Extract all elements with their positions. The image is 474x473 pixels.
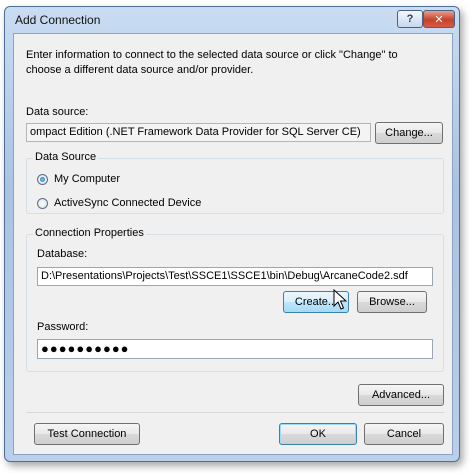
change-button[interactable]: Change... bbox=[375, 122, 443, 144]
close-icon: ✕ bbox=[434, 13, 444, 26]
password-input[interactable]: ●●●●●●●●●● bbox=[37, 339, 433, 359]
connection-properties-caption: Connection Properties bbox=[33, 227, 146, 239]
browse-button[interactable]: Browse... bbox=[357, 291, 427, 313]
help-button[interactable]: ? bbox=[397, 10, 423, 28]
data-source-group-caption: Data Source bbox=[33, 151, 99, 163]
radio-button-icon bbox=[37, 197, 48, 209]
data-source-field[interactable]: ompact Edition (.NET Framework Data Prov… bbox=[26, 123, 371, 142]
mouse-pointer-icon bbox=[333, 289, 347, 310]
close-button[interactable]: ✕ bbox=[423, 10, 455, 28]
dialog-body: Enter information to connect to the sele… bbox=[13, 33, 453, 455]
ok-button[interactable]: OK bbox=[279, 423, 357, 445]
radio-my-computer[interactable]: My Computer bbox=[37, 173, 120, 185]
advanced-button[interactable]: Advanced... bbox=[358, 384, 444, 406]
intro-text: Enter information to connect to the sele… bbox=[26, 49, 398, 76]
window-title: Add Connection bbox=[15, 13, 101, 27]
radio-label: ActiveSync Connected Device bbox=[54, 197, 202, 209]
database-label: Database: bbox=[37, 248, 88, 260]
data-source-group: Data Source My Computer ActiveSync Conne… bbox=[26, 151, 444, 214]
title-bar: Add Connection ? ✕ bbox=[5, 7, 459, 31]
radio-button-icon bbox=[37, 173, 48, 185]
radio-label: My Computer bbox=[54, 173, 121, 185]
password-label: Password: bbox=[37, 321, 89, 333]
test-connection-button[interactable]: Test Connection bbox=[34, 423, 140, 445]
database-path-input[interactable]: D:\Presentations\Projects\Test\SSCE1\SSC… bbox=[37, 267, 433, 286]
help-icon: ? bbox=[406, 13, 414, 25]
radio-activesync-device[interactable]: ActiveSync Connected Device bbox=[37, 197, 201, 209]
button-divider bbox=[26, 412, 444, 413]
cancel-button[interactable]: Cancel bbox=[364, 423, 444, 445]
add-connection-dialog: Add Connection ? ✕ Enter information to … bbox=[4, 6, 460, 462]
connection-properties-group: Connection Properties Database: D:\Prese… bbox=[26, 227, 444, 372]
data-source-label: Data source: bbox=[26, 106, 89, 118]
